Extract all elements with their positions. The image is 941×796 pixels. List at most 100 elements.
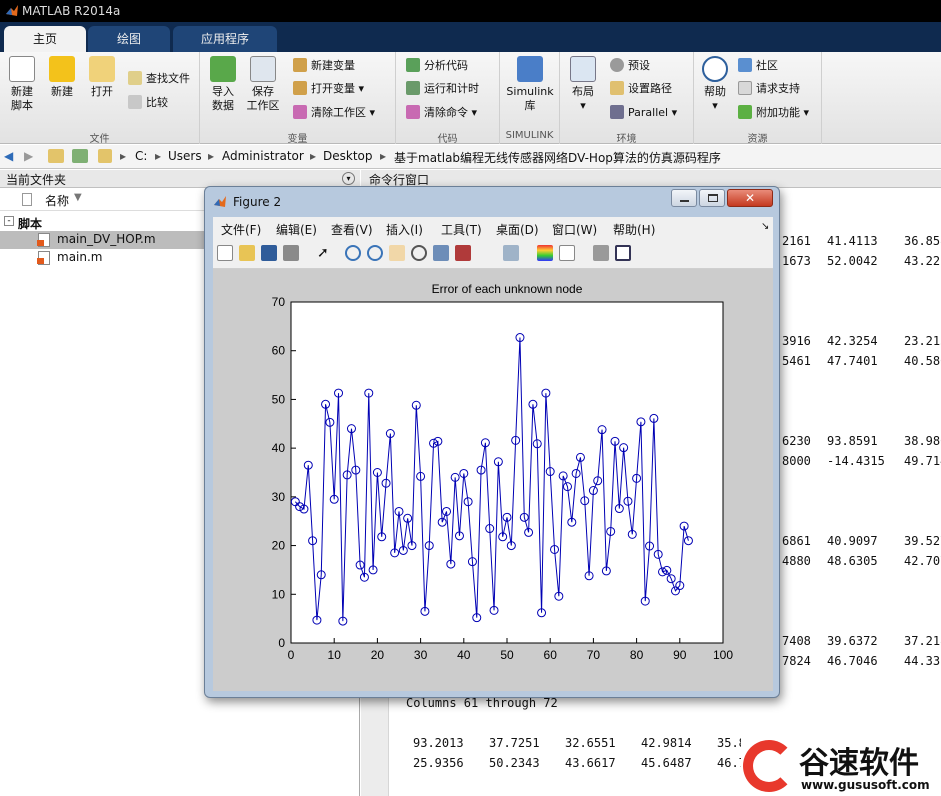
layout-icon (570, 56, 596, 82)
menu-view[interactable]: 查看(V) (331, 221, 373, 238)
menu-tools[interactable]: 工具(T) (441, 221, 482, 238)
file-type-icon (22, 193, 32, 206)
path-segment[interactable]: Desktop (323, 149, 373, 163)
output-value: 93.8591 (827, 434, 878, 448)
clear-commands-button[interactable]: 清除命令 ▾ (406, 104, 477, 122)
browse-folder-icon[interactable] (72, 149, 88, 163)
new-variable-button[interactable]: 新建变量 (293, 57, 355, 75)
menu-window[interactable]: 窗口(W) (552, 221, 597, 238)
output-value: 1673 (782, 254, 811, 268)
clear-workspace-button[interactable]: 清除工作区 ▾ (293, 104, 375, 122)
folder-label: 脚本 (18, 217, 43, 231)
figure-window[interactable]: Figure 2 ✕ 文件(F) 编辑(E) 查看(V) 插入(I) 工具(T)… (204, 186, 780, 698)
y-tick-label: 20 (272, 539, 286, 553)
rotate-3d-icon[interactable] (411, 245, 427, 261)
open-file-icon[interactable] (239, 245, 255, 261)
parallel-button[interactable]: Parallel ▾ (610, 104, 677, 122)
stopwatch-icon (406, 81, 420, 95)
figure-title: Figure 2 (233, 195, 282, 209)
output-value: 44.33 (904, 654, 941, 668)
new-variable-icon (293, 58, 307, 72)
legend-icon[interactable] (559, 245, 575, 261)
output-value: 48.6305 (827, 554, 878, 568)
output-value: 38.980 (904, 434, 941, 448)
new-button[interactable]: 新建 (43, 56, 81, 99)
addons-button[interactable]: 附加功能 ▾ (738, 104, 809, 122)
column-name[interactable]: 名称 (45, 192, 69, 209)
help-button[interactable]: 帮助 ▾ (696, 56, 734, 113)
preferences-button[interactable]: 预设 (610, 57, 650, 75)
output-value: 42.3254 (827, 334, 878, 348)
community-button[interactable]: 社区 (738, 57, 778, 75)
brush-icon[interactable] (455, 245, 471, 261)
maximize-button[interactable] (699, 189, 725, 207)
back-arrow-icon[interactable]: ◀ (4, 149, 13, 163)
folder-icon (98, 149, 112, 163)
brand-logo-icon (743, 740, 795, 792)
analyze-code-button[interactable]: 分析代码 (406, 57, 468, 75)
output-value: 50.2343 (489, 756, 540, 770)
path-segment[interactable]: 基于matlab编程无线传感器网络DV-Hop算法的仿真源码程序 (394, 149, 721, 166)
new-script-button[interactable]: 新建 脚本 (3, 56, 41, 113)
new-figure-icon[interactable] (217, 245, 233, 261)
dock-arrow-icon[interactable]: ↘ (761, 221, 769, 232)
up-folder-icon[interactable] (48, 149, 64, 163)
figure-toolbar: ➚ (213, 239, 773, 269)
menu-file[interactable]: 文件(F) (221, 221, 261, 238)
folder-open-icon (89, 56, 115, 82)
x-tick-label: 80 (630, 648, 644, 662)
open-variable-button[interactable]: 打开变量 ▾ (293, 80, 364, 98)
m-file-icon (37, 251, 50, 265)
link-plot-icon[interactable] (503, 245, 519, 261)
panel-menu-icon[interactable]: ▾ (342, 172, 355, 185)
pan-hand-icon[interactable] (389, 245, 405, 261)
open-variable-icon (293, 81, 307, 95)
output-value: 36.858 (904, 234, 941, 248)
hide-plot-tools-icon[interactable] (593, 245, 609, 261)
set-path-button[interactable]: 设置路径 (610, 80, 672, 98)
output-value: 6230 (782, 434, 811, 448)
menu-desktop[interactable]: 桌面(D) (496, 221, 539, 238)
zoom-in-icon[interactable] (345, 245, 361, 261)
output-value: 41.4113 (827, 234, 878, 248)
menu-insert[interactable]: 插入(I) (386, 221, 423, 238)
save-workspace-button[interactable]: 保存 工作区 (244, 56, 282, 113)
save-icon[interactable] (261, 245, 277, 261)
x-tick-label: 100 (713, 648, 733, 662)
show-plot-tools-icon[interactable] (615, 245, 631, 261)
path-segment[interactable]: C: (135, 149, 147, 163)
analyze-icon (406, 58, 420, 72)
x-tick-label: 90 (673, 648, 687, 662)
find-files-button[interactable]: 查找文件 (128, 70, 190, 88)
menu-help[interactable]: 帮助(H) (613, 221, 655, 238)
print-icon[interactable] (283, 245, 299, 261)
group-label: SIMULINK (505, 130, 554, 141)
output-value: 40.9097 (827, 534, 878, 548)
open-button[interactable]: 打开 (83, 56, 121, 99)
tab-apps[interactable]: 应用程序 (173, 26, 277, 52)
forward-arrow-icon[interactable]: ▶ (24, 149, 33, 163)
simulink-library-button[interactable]: Simulink 库 (506, 56, 554, 113)
tab-home[interactable]: 主页 (4, 26, 86, 52)
close-button[interactable]: ✕ (727, 189, 773, 207)
data-cursor-icon[interactable] (433, 245, 449, 261)
zoom-out-icon[interactable] (367, 245, 383, 261)
request-support-button[interactable]: 请求支持 (738, 80, 800, 98)
output-value: 37.218 (904, 634, 941, 648)
compare-button[interactable]: 比较 (128, 94, 168, 112)
tab-plots[interactable]: 绘图 (88, 26, 170, 52)
minimize-button[interactable] (671, 189, 697, 207)
parallel-icon (610, 105, 624, 119)
menu-edit[interactable]: 编辑(E) (276, 221, 317, 238)
collapse-icon[interactable]: - (4, 216, 14, 226)
import-data-button[interactable]: 导入 数据 (204, 56, 242, 113)
path-segment[interactable]: Users (168, 149, 202, 163)
path-segment[interactable]: Administrator (222, 149, 304, 163)
group-code: 分析代码 运行和计时 清除命令 ▾ 代码 (396, 52, 500, 145)
run-and-time-button[interactable]: 运行和计时 (406, 80, 479, 98)
close-icon: ✕ (744, 191, 756, 205)
colorbar-icon[interactable] (537, 245, 553, 261)
pointer-icon[interactable]: ➚ (317, 245, 333, 261)
group-variable: 导入 数据 保存 工作区 新建变量 打开变量 ▾ 清除工作区 ▾ 变量 (200, 52, 396, 145)
layout-button[interactable]: 布局 ▾ (564, 56, 602, 113)
